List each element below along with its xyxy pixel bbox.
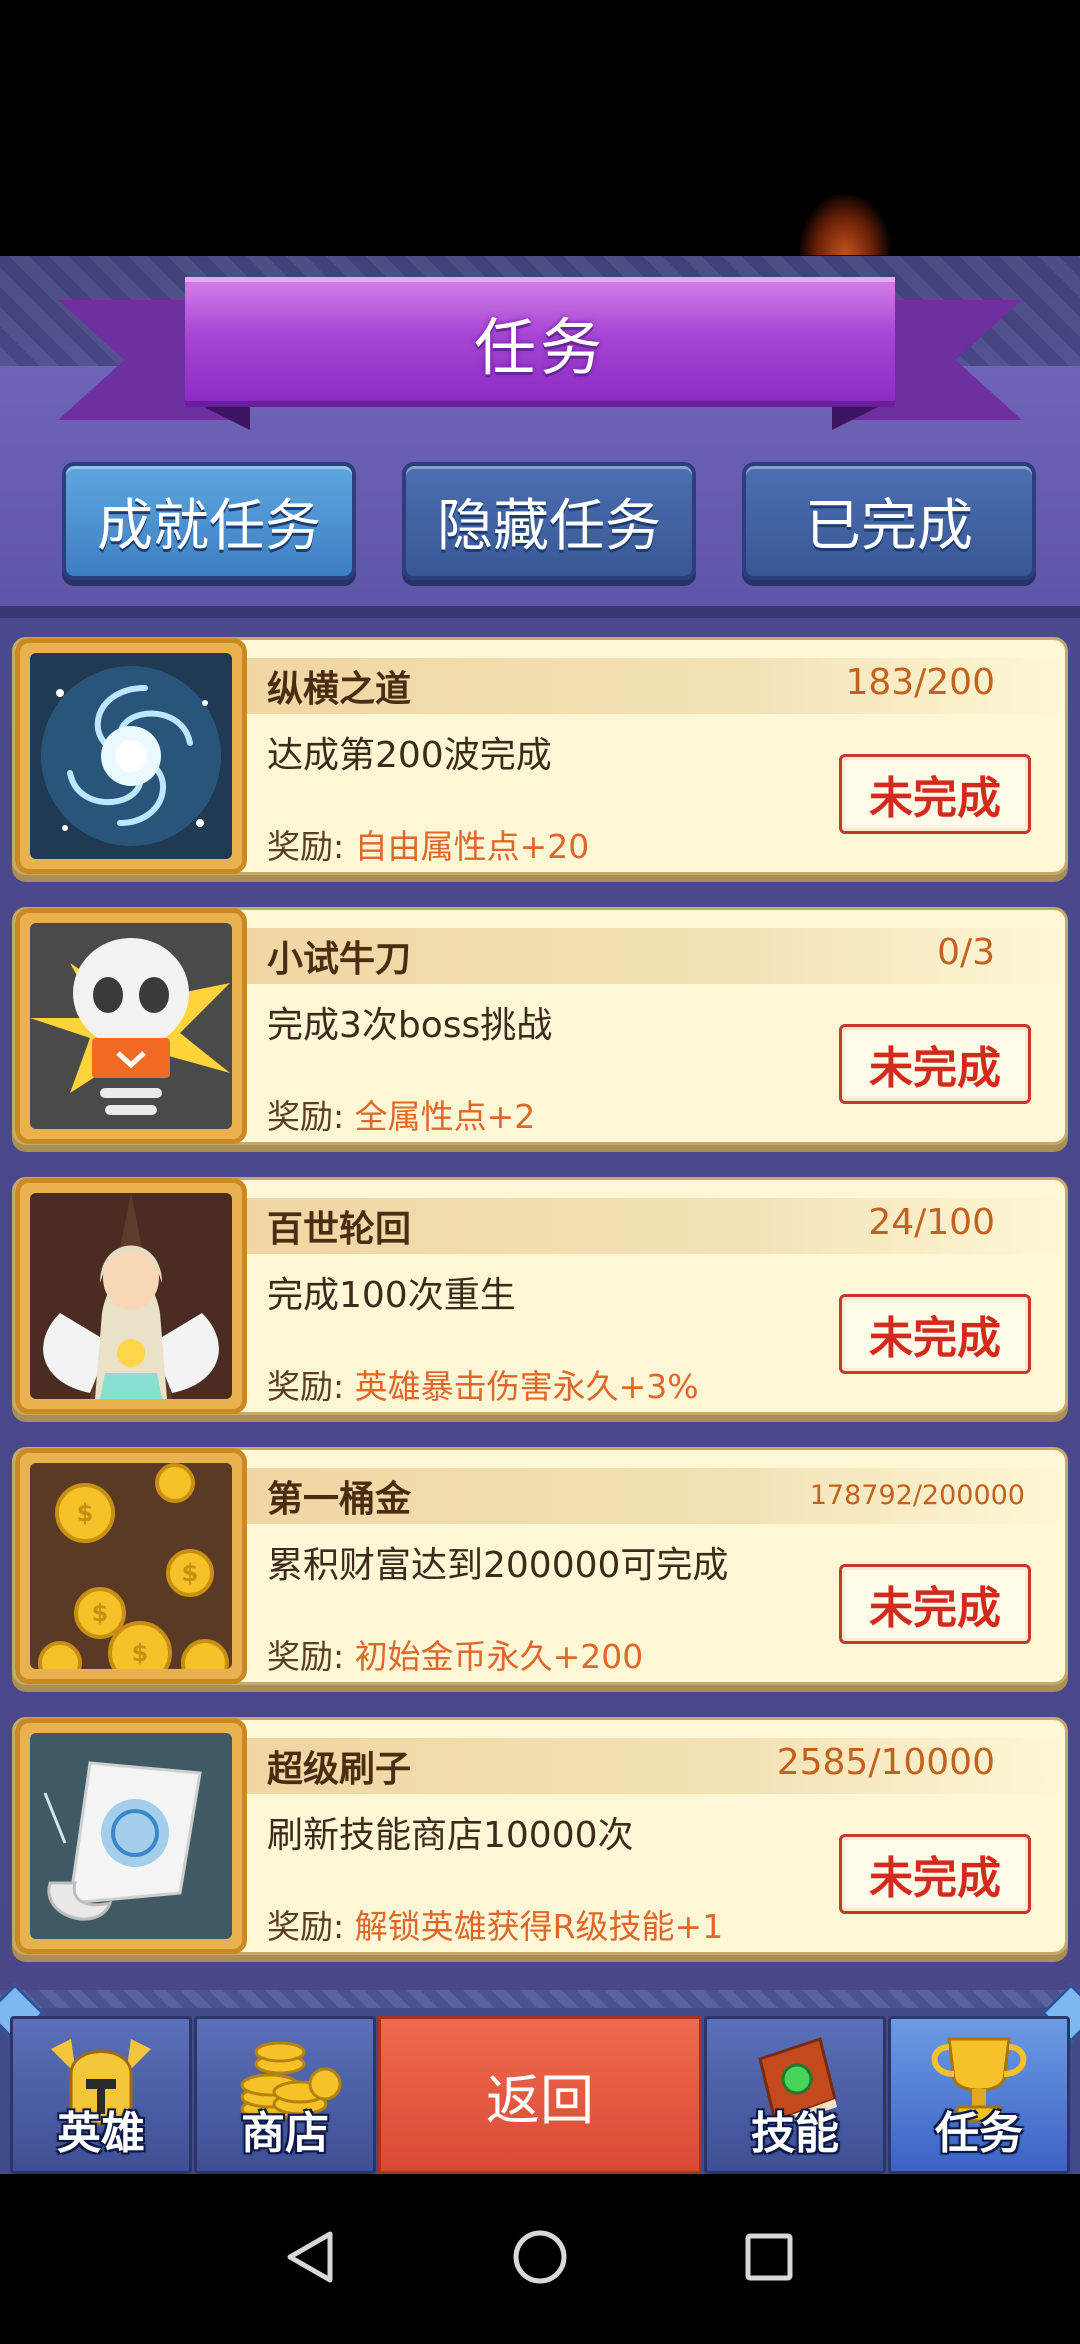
nav-task-label: 任务	[935, 2108, 1023, 2159]
task-reward: 奖励: 解锁英雄获得R级技能+1	[267, 1900, 723, 1948]
task-card: $ $ $ $ 第一桶金 178792/200000 累积财富达到200000可…	[12, 1447, 1068, 1685]
nav-hero[interactable]: 英雄	[10, 2016, 192, 2174]
bottom-nav-divider	[0, 1990, 1080, 2008]
nav-task[interactable]: 任务	[888, 2016, 1070, 2174]
task-card: 小试牛刀 0/3 完成3次boss挑战 奖励: 全属性点+2 未完成	[12, 907, 1068, 1145]
nav-skill-label: 技能	[751, 2108, 839, 2159]
task-card: 百世轮回 24/100 完成100次重生 奖励: 英雄暴击伤害永久+3% 未完成	[12, 1177, 1068, 1415]
task-icon-frame	[15, 638, 247, 874]
skull-boss-icon	[30, 923, 232, 1129]
reward-value: 全属性点+2	[354, 1097, 536, 1136]
task-progress: 0/3	[937, 932, 995, 973]
task-reward: 奖励: 英雄暴击伤害永久+3%	[267, 1360, 699, 1408]
task-progress: 2585/10000	[776, 1742, 995, 1783]
svg-text:$: $	[132, 1639, 149, 1667]
task-status-button[interactable]: 未完成	[839, 754, 1031, 834]
task-status-button[interactable]: 未完成	[839, 1294, 1031, 1374]
title-banner: 任务	[185, 277, 895, 407]
nav-hero-label: 英雄	[57, 2108, 145, 2159]
task-description: 达成第200波完成	[267, 735, 552, 776]
task-icon-frame	[15, 1718, 247, 1954]
reward-value: 初始金币永久+200	[354, 1637, 644, 1676]
task-description: 完成100次重生	[267, 1275, 516, 1316]
svg-text:$: $	[92, 1599, 109, 1627]
nav-skill[interactable]: 技能	[704, 2016, 886, 2174]
task-reward: 奖励: 全属性点+2	[267, 1090, 535, 1138]
page-title: 任务	[473, 310, 606, 384]
top-black-area	[0, 0, 1080, 256]
tab-completed[interactable]: 已完成	[742, 462, 1036, 580]
svg-text:$: $	[182, 1559, 199, 1587]
reward-label: 奖励:	[267, 827, 345, 866]
angel-hero-icon	[30, 1193, 232, 1399]
gold-coins-icon: $ $ $ $	[30, 1463, 232, 1669]
system-back-icon[interactable]	[287, 2231, 333, 2283]
back-button[interactable]: 返回	[378, 2016, 702, 2174]
task-description: 刷新技能商店10000次	[267, 1815, 634, 1856]
task-card: 纵横之道 183/200 达成第200波完成 奖励: 自由属性点+20 未完成	[12, 637, 1068, 875]
reward-value: 解锁英雄获得R级技能+1	[354, 1907, 724, 1946]
header-divider	[0, 606, 1080, 618]
reward-value: 自由属性点+20	[354, 827, 590, 866]
task-status-button[interactable]: 未完成	[839, 1024, 1031, 1104]
system-recents-icon[interactable]	[745, 2233, 793, 2281]
task-icon-frame	[15, 1178, 247, 1414]
scroll-icon	[30, 1733, 232, 1939]
galaxy-swirl-icon	[30, 653, 232, 859]
task-name: 超级刷子	[267, 1749, 412, 1790]
task-card: 超级刷子 2585/10000 刷新技能商店10000次 奖励: 解锁英雄获得R…	[12, 1717, 1068, 1955]
reward-label: 奖励:	[267, 1097, 345, 1136]
task-name: 百世轮回	[267, 1209, 412, 1250]
ember-glow	[800, 195, 890, 255]
reward-label: 奖励:	[267, 1907, 345, 1946]
task-progress: 183/200	[845, 662, 995, 703]
nav-shop[interactable]: 商店	[194, 2016, 376, 2174]
task-progress: 178792/200000	[809, 1480, 1025, 1511]
task-reward: 奖励: 自由属性点+20	[267, 820, 589, 868]
reward-value: 英雄暴击伤害永久+3%	[354, 1367, 699, 1406]
task-icon-frame	[15, 908, 247, 1144]
nav-shop-label: 商店	[241, 2108, 329, 2159]
task-progress: 24/100	[868, 1202, 995, 1243]
task-name: 小试牛刀	[267, 939, 412, 980]
task-icon-frame: $ $ $ $	[15, 1448, 247, 1684]
task-description: 完成3次boss挑战	[267, 1005, 553, 1046]
system-nav-bar	[0, 2174, 1080, 2340]
task-description: 累积财富达到200000可完成	[267, 1545, 729, 1586]
reward-label: 奖励:	[267, 1637, 345, 1676]
task-reward: 奖励: 初始金币永久+200	[267, 1630, 643, 1678]
task-name: 纵横之道	[267, 669, 412, 710]
tab-achievement-tasks[interactable]: 成就任务	[62, 462, 356, 580]
reward-label: 奖励:	[267, 1367, 345, 1406]
svg-text:$: $	[77, 1499, 94, 1527]
system-home-icon[interactable]	[513, 2230, 567, 2284]
tab-hidden-tasks[interactable]: 隐藏任务	[402, 462, 696, 580]
task-name: 第一桶金	[267, 1479, 412, 1520]
task-status-button[interactable]: 未完成	[839, 1564, 1031, 1644]
task-status-button[interactable]: 未完成	[839, 1834, 1031, 1914]
